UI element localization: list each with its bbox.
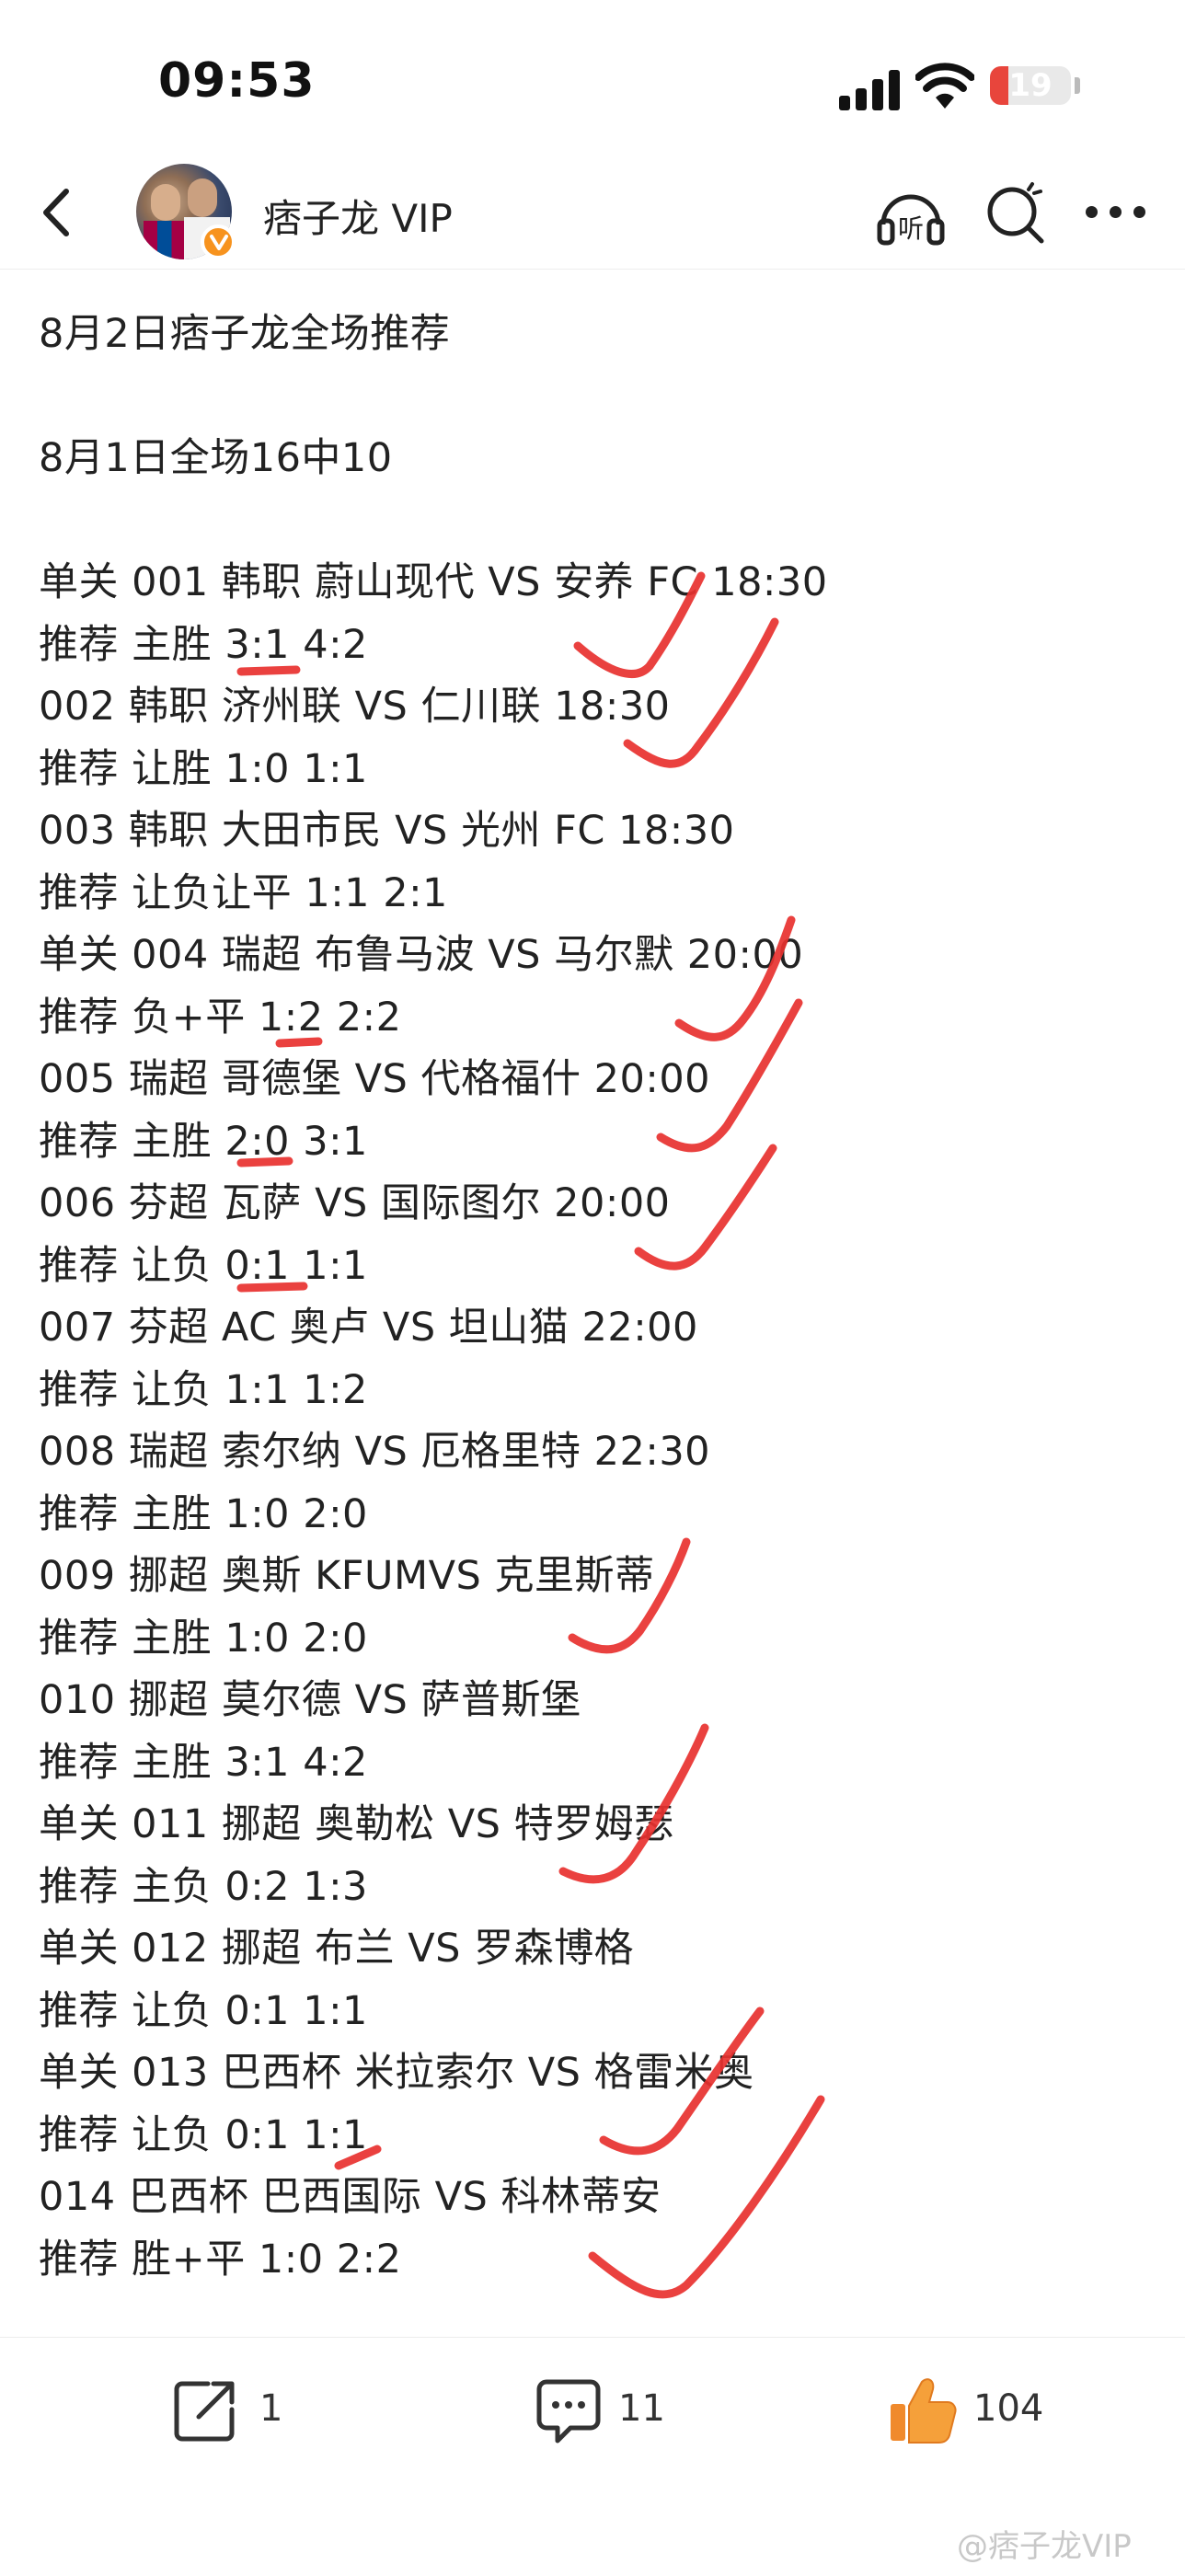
post-record: 8月1日全场16中10 (39, 435, 393, 481)
pick-line: 推荐 主胜 3:1 4:2 (39, 1739, 368, 1786)
cellular-signal-icon (839, 66, 903, 110)
pick-line: 推荐 负+平 1:2 2:2 (39, 994, 402, 1041)
match-line: 002 韩职 济州联 VS 仁川联 18:30 (39, 684, 671, 730)
match-line: 005 瑞超 哥德堡 VS 代格福什 20:00 (39, 1056, 711, 1102)
comment-icon (536, 2379, 601, 2444)
nav-bar: 痞子龙 VIP 听 (0, 156, 1185, 270)
share-count: 1 (259, 2387, 283, 2430)
pick-line: 推荐 让负 1:1 1:2 (39, 1366, 368, 1413)
match-line: 007 芬超 AC 奥卢 VS 坦山猫 22:00 (39, 1305, 698, 1351)
match-line: 单关 011 挪超 奥勒松 VS 特罗姆瑟 (39, 1801, 674, 1847)
status-time: 09:53 (158, 53, 316, 109)
pick-line: 推荐 主负 0:2 1:3 (39, 1863, 368, 1910)
listen-label: 听 (898, 213, 924, 244)
pick-line: 推荐 让负 0:1 1:1 (39, 1242, 368, 1289)
post-heading: 8月2日痞子龙全场推荐 (39, 311, 451, 357)
like-count: 104 (973, 2387, 1044, 2430)
pick-line: 推荐 主胜 1:0 2:0 (39, 1615, 368, 1662)
status-bar: 09:53 19 (0, 0, 1185, 166)
match-line: 010 挪超 莫尔德 VS 萨普斯堡 (39, 1677, 581, 1723)
match-line: 单关 012 挪超 布兰 VS 罗森博格 (39, 1926, 635, 1972)
watermark: @痞子龙VIP (957, 2528, 1132, 2565)
match-line: 014 巴西杯 巴西国际 VS 科林蒂安 (39, 2174, 662, 2220)
pick-line: 推荐 让负让平 1:1 2:1 (39, 869, 448, 916)
like-thumbs-up-icon (891, 2378, 957, 2444)
listen-headphones-icon[interactable]: 听 (874, 178, 948, 248)
wifi-icon (915, 63, 974, 109)
back-arrow-icon[interactable] (26, 180, 90, 245)
pick-line: 推荐 主胜 1:0 2:0 (39, 1490, 368, 1537)
share-button[interactable]: 1 (171, 2375, 291, 2448)
comment-button[interactable]: 11 (534, 2375, 672, 2448)
like-button[interactable]: 104 (885, 2375, 1051, 2448)
match-line: 单关 013 巴西杯 米拉索尔 VS 格雷米奥 (39, 2050, 754, 2096)
battery-icon: 19 (990, 66, 1071, 105)
match-line: 008 瑞超 索尔纳 VS 厄格里特 22:30 (39, 1429, 711, 1475)
bottom-action-bar: 1 11 104 (0, 2337, 1185, 2485)
pick-line: 推荐 让负 0:1 1:1 (39, 2111, 368, 2158)
match-line: 003 韩职 大田市民 VS 光州 FC 18:30 (39, 808, 735, 854)
match-line: 006 芬超 瓦萨 VS 国际图尔 20:00 (39, 1180, 671, 1226)
more-options-icon[interactable] (1084, 202, 1148, 221)
account-name[interactable]: 痞子龙 VIP (263, 188, 453, 244)
post-content: 8月2日痞子龙全场推荐 8月1日全场16中10 单关 001 韩职 蔚山现代 V… (39, 304, 1143, 2291)
pick-line: 推荐 让胜 1:0 1:1 (39, 745, 368, 792)
search-icon[interactable] (983, 180, 1049, 247)
match-line: 单关 001 韩职 蔚山现代 VS 安养 FC 18:30 (39, 559, 828, 605)
match-line: 009 挪超 奥斯 KFUMVS 克里斯蒂 (39, 1553, 655, 1599)
battery-level: 19 (1008, 67, 1053, 104)
pick-line: 推荐 胜+平 1:0 2:2 (39, 2236, 402, 2283)
verified-badge-icon (201, 224, 236, 259)
comment-count: 11 (618, 2387, 665, 2430)
share-icon (174, 2381, 235, 2442)
pick-line: 推荐 让负 0:1 1:1 (39, 1987, 368, 2034)
pick-line: 推荐 主胜 2:0 3:1 (39, 1118, 368, 1165)
pick-line: 推荐 主胜 3:1 4:2 (39, 621, 368, 668)
match-line: 单关 004 瑞超 布鲁马波 VS 马尔默 20:00 (39, 932, 804, 978)
